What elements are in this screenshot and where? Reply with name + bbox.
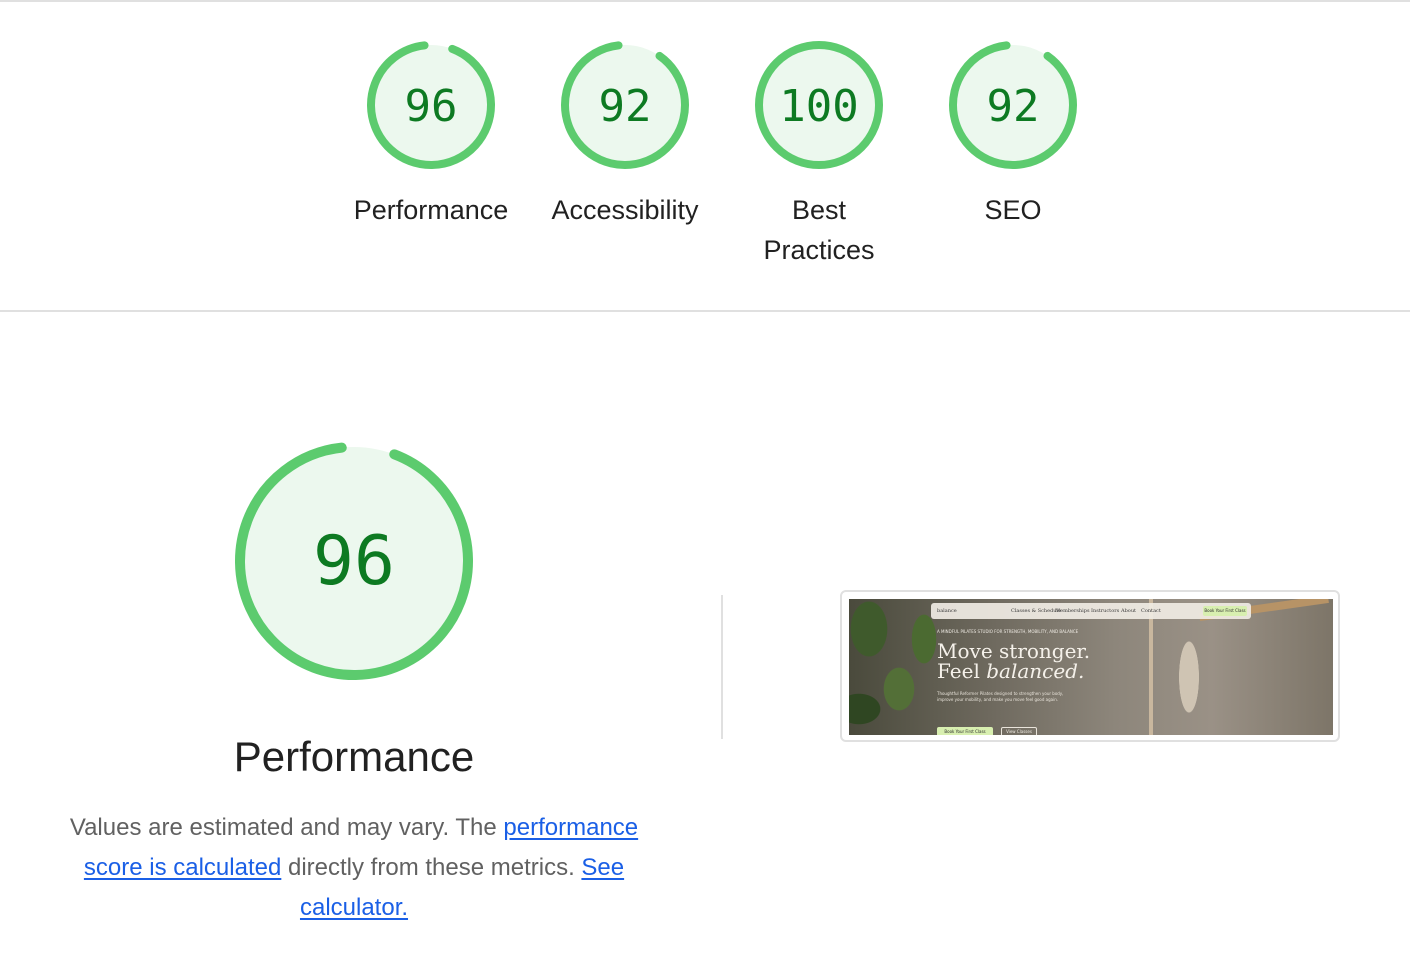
gauge-ring: 92 [949, 41, 1077, 169]
screenshot-body: Thoughtful Reformer Pilates designed to … [937, 691, 1064, 702]
screenshot-secondary-button: View Classes [1001, 727, 1037, 735]
screenshot-primary-button: Book Your First Class [937, 727, 993, 735]
performance-description: Values are estimated and may vary. The p… [44, 808, 664, 928]
screenshot-nav-item: About [1121, 608, 1137, 614]
performance-title: Performance [233, 733, 475, 780]
top-divider [0, 0, 1410, 2]
reformer-beam [1149, 599, 1153, 735]
headline-line: Feel balanced. [937, 661, 1090, 681]
gauge-ring: 100 [755, 41, 883, 169]
gauge-label: SEO [984, 195, 1042, 225]
screenshot-kicker: A MINDFUL PILATES STUDIO FOR STRENGTH, M… [937, 629, 1079, 634]
plant-leaves [849, 599, 939, 735]
description-text: Values are estimated and may vary. The [69, 814, 504, 841]
gauge-label: Accessibility [551, 195, 699, 225]
gauge-performance[interactable]: 96 Performance [331, 40, 531, 230]
lighthouse-report: 96 Performance 92 Accessibility 100 Best… [0, 0, 1410, 958]
headline-plain: Feel [937, 659, 987, 683]
gauge-ring: 92 [561, 41, 689, 169]
vertical-divider [721, 595, 723, 739]
headline-italic: balanced. [986, 659, 1085, 683]
headline-line: Move stronger. [937, 639, 1091, 663]
gauge-accessibility[interactable]: 92 Accessibility [525, 40, 725, 230]
performance-gauge-large: 96 [235, 442, 473, 680]
gauge-label: Performance [353, 195, 509, 225]
section-divider [0, 310, 1410, 312]
final-screenshot-frame[interactable]: balance Classes & Schedule Memberships I… [840, 590, 1340, 742]
screenshot-nav-cta: Book Your First Class [1203, 606, 1247, 616]
gauge-label: Best Practices [763, 195, 875, 265]
gauge-score: 100 [779, 81, 858, 132]
screenshot-nav-item: Instructors [1091, 608, 1120, 614]
gauge-ring: 96 [367, 41, 495, 169]
screenshot-nav: balance Classes & Schedule Memberships I… [931, 603, 1251, 619]
gauge-seo[interactable]: 92 SEO [913, 40, 1113, 230]
person-figure [1169, 617, 1209, 727]
description-text: directly from these metrics. [281, 854, 582, 881]
gauge-score: 96 [405, 81, 458, 132]
final-screenshot-image: balance Classes & Schedule Memberships I… [849, 599, 1333, 735]
screenshot-headline: Move stronger. Feel balanced. [937, 641, 1090, 681]
gauge-best-practices[interactable]: 100 Best Practices [719, 40, 919, 270]
screenshot-nav-item: Memberships [1055, 608, 1090, 614]
screenshot-nav-item: Classes & Schedule [1011, 608, 1062, 614]
screenshot-logo: balance [937, 608, 957, 614]
gauge-score: 92 [987, 81, 1040, 132]
gauge-score: 92 [599, 81, 652, 132]
performance-score: 96 [313, 522, 395, 601]
screenshot-nav-item: Contact [1141, 608, 1161, 614]
